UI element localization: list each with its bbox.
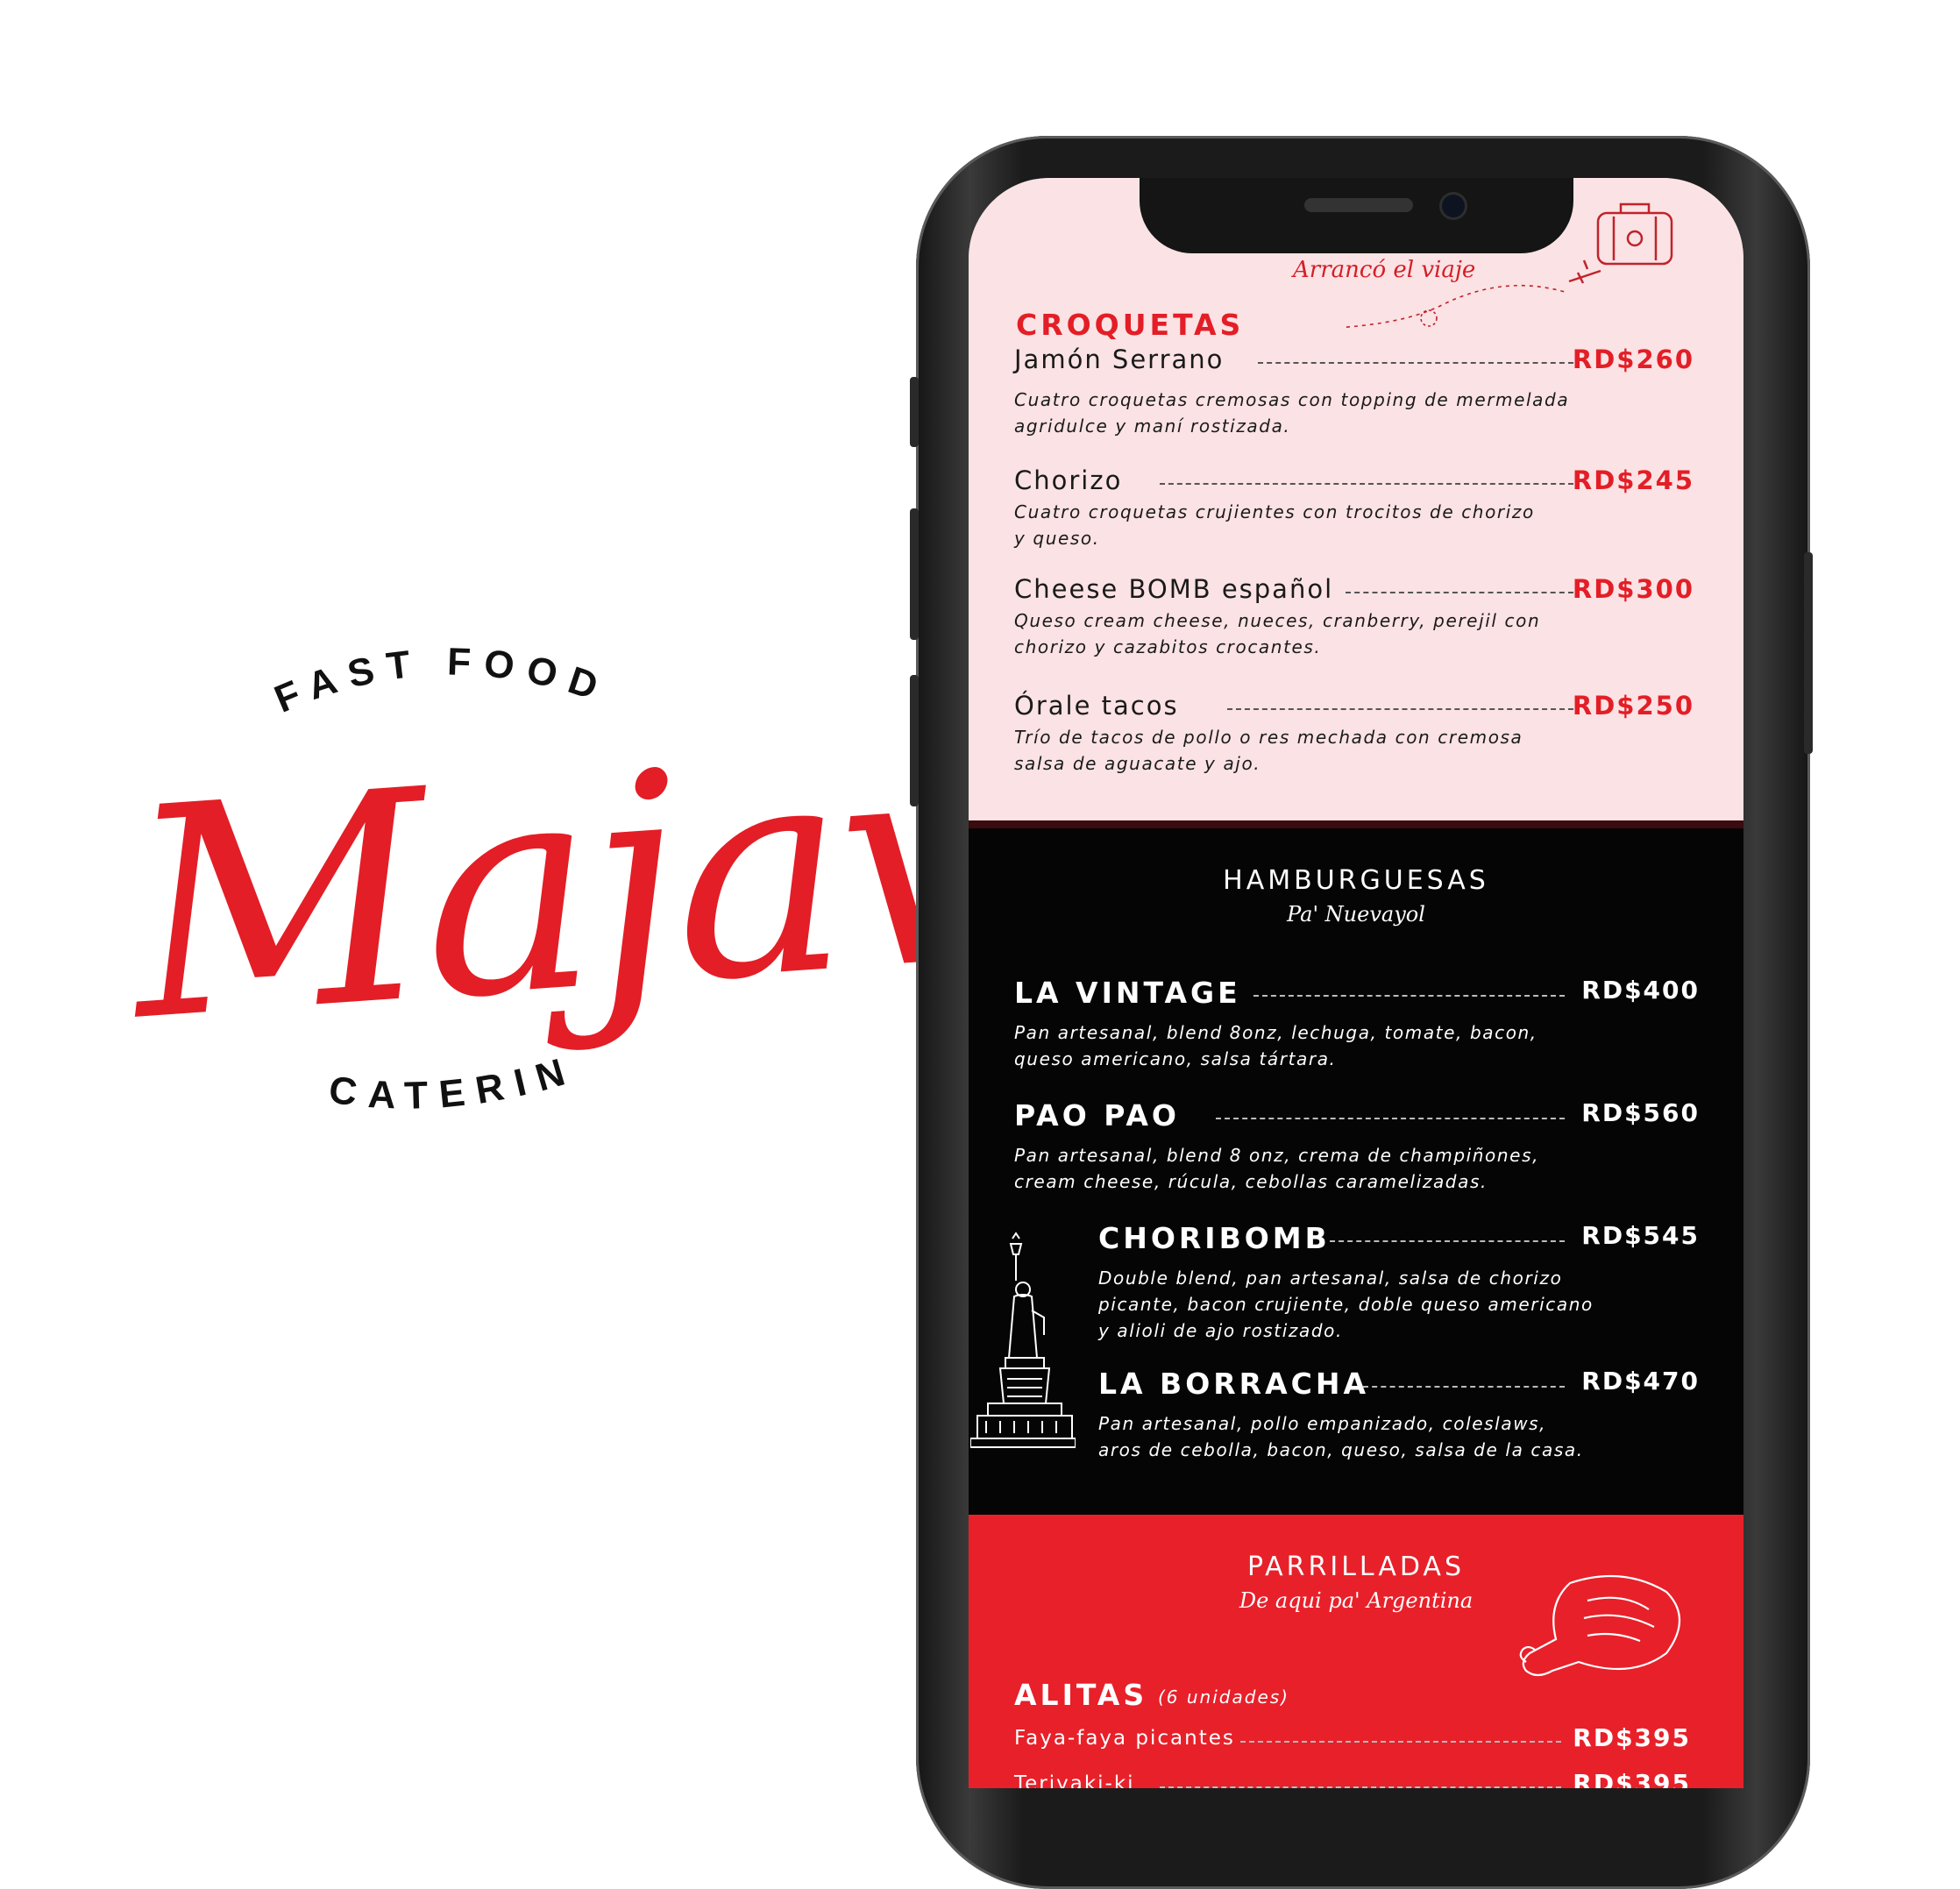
hamburguesas-section: HAMBURGUESAS Pa' Nuevayol LA VINTAGE RD$… [969,820,1743,1515]
menu-item-name[interactable]: LA VINTAGE [1014,976,1241,1010]
menu-item-description: Trío de tacos de pollo o res mechada con… [1014,727,1523,774]
menu-item-price: RD$395 [1573,1769,1691,1788]
steak-icon [1519,1574,1681,1677]
menu-tagline: Arrancó el viaje [1293,257,1476,283]
menu-item-description: Queso cream cheese, nueces, cranberry, p… [1014,610,1541,657]
croquetas-section: Arrancó el viaje CROQUETAS Jamón Serrano… [969,178,1743,820]
dot-leader [1346,592,1573,593]
menu-item-name[interactable]: CHORIBOMB [1098,1221,1331,1255]
suitcase-icon [1596,202,1673,266]
flight-loop [1420,309,1438,327]
dot-leader [1240,1741,1561,1743]
dot-leader [1216,1118,1565,1119]
dot-leader [1253,995,1565,997]
phone-volume-up-button [910,508,919,640]
phone-mute-switch [910,377,919,447]
menu-item-description: Pan artesanal, pollo empanizado, colesla… [1098,1413,1584,1460]
hamburguesas-title: HAMBURGUESAS [1223,865,1489,896]
menu-item-name[interactable]: Faya-faya picantes [1014,1727,1235,1750]
alitas-note: (6 unidades) [1158,1687,1289,1708]
menu-item-name[interactable]: Teriyaki-ki [1014,1772,1135,1788]
croquetas-title: CROQUETAS [1016,308,1245,342]
front-camera [1442,195,1465,217]
menu-item-name[interactable]: LA BORRACHA [1098,1367,1369,1401]
phone-speaker [1304,198,1413,212]
menu-item-description: Pan artesanal, blend 8onz, lechuga, toma… [1014,1022,1537,1069]
phone-notch [1140,178,1573,253]
logo-wordmark: Majavi [120,682,1097,1085]
brand-logo: FAST FOOD & CATERING Majavi [0,0,1097,1788]
menu-item-description: Double blend, pan artesanal, salsa de ch… [1098,1268,1594,1341]
menu-item-description: Pan artesanal, blend 8 onz, crema de cha… [1014,1145,1540,1192]
statue-of-liberty-icon [970,1232,1076,1448]
menu-screen[interactable]: Arrancó el viaje CROQUETAS Jamón Serrano… [969,178,1743,1788]
menu-item-price: RD$245 [1572,465,1694,495]
alitas-title: ALITAS [1014,1678,1148,1712]
dot-leader [1330,1240,1565,1242]
dot-leader [1227,708,1573,710]
menu-item-price: RD$300 [1572,574,1694,604]
menu-item-price: RD$400 [1581,976,1700,1005]
dot-leader [1363,1386,1565,1388]
menu-item-price: RD$545 [1581,1221,1700,1250]
menu-item-name[interactable]: Cheese BOMB español [1014,574,1333,604]
menu-item-description: Cuatro croquetas cremosas con topping de… [1014,389,1570,437]
menu-item-price: RD$560 [1581,1098,1700,1127]
menu-item-price: RD$470 [1581,1367,1700,1395]
dot-leader [1160,483,1573,485]
menu-item-name[interactable]: Chorizo [1014,465,1122,495]
menu-item-price: RD$250 [1572,691,1694,721]
phone-power-button [1804,552,1813,754]
parrilladas-section: PARRILLADAS De aqui pa' Argentina ALITAS… [969,1515,1743,1788]
menu-item-description: Cuatro croquetas crujientes con trocitos… [1014,501,1535,549]
phone-volume-down-button [910,675,919,806]
flight-path [1346,284,1566,329]
menu-item-price: RD$260 [1572,344,1694,374]
menu-item-name[interactable]: PAO PAO [1014,1098,1180,1133]
menu-item-price: RD$395 [1573,1723,1691,1752]
hamburguesas-subtitle: Pa' Nuevayol [1287,902,1425,927]
menu-item-name[interactable]: Órale tacos [1014,691,1179,721]
menu-item-name[interactable]: Jamón Serrano [1014,344,1224,374]
airplane-icon [1568,259,1601,284]
dot-leader [1258,362,1573,364]
